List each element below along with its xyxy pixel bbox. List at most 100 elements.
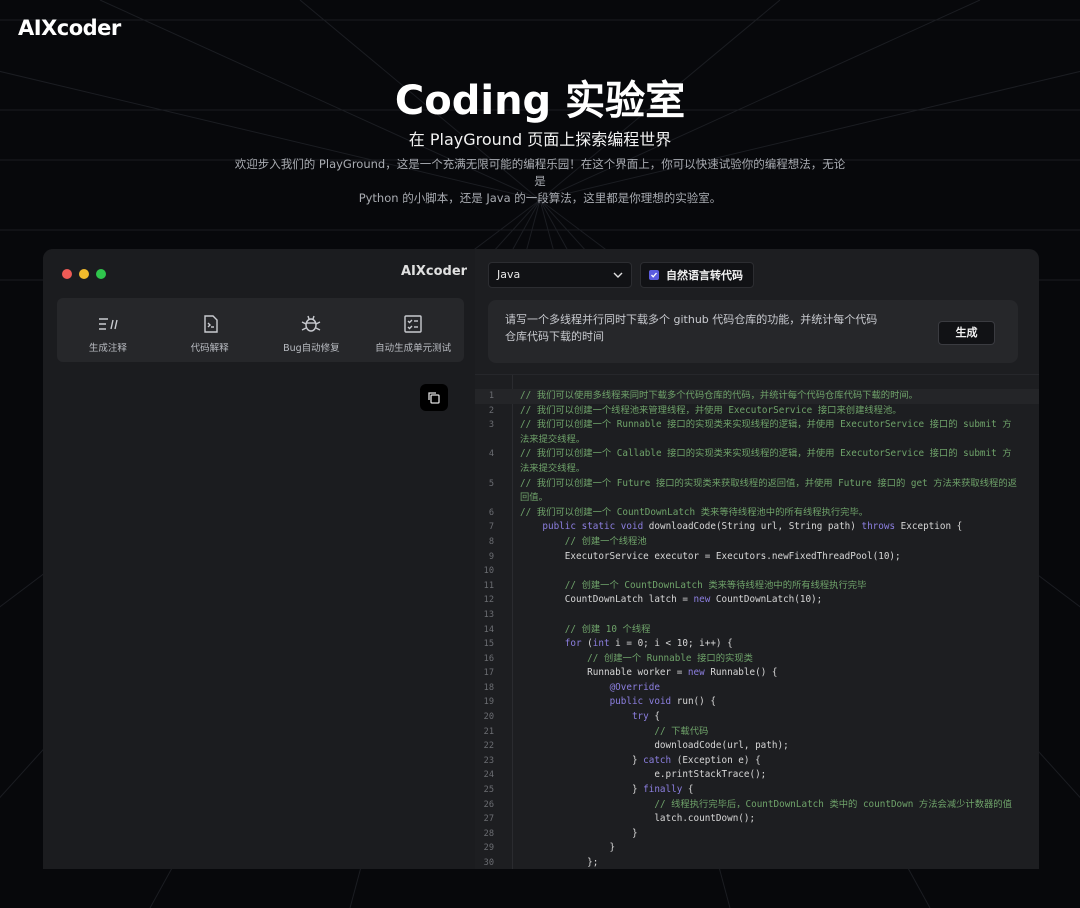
code-text: 法来提交线程。 [520, 433, 586, 445]
check-icon [651, 272, 657, 278]
line-number: 20 [483, 712, 494, 723]
line-number: 7 [488, 522, 494, 533]
tool-label: 代码解释 [190, 343, 229, 354]
code-line: 8 // 创建一个线程池 [475, 535, 1039, 550]
line-number: 3 [488, 420, 494, 431]
code-text: latch.countDown(); [520, 813, 756, 825]
line-number: 6 [488, 507, 494, 518]
prompt-input-box[interactable]: 请写一个多线程并行同时下载多个 github 代码仓库的功能，并统计每个代码 仓… [488, 300, 1018, 363]
code-text: e.printStackTrace(); [520, 769, 767, 781]
tool-label: Bug自动修复 [283, 343, 340, 354]
playground-window: AIXcoder 生成注释 代码解释 Bug自动修复 自动生成单元测试 Java… [43, 249, 1039, 869]
code-lines: 1 // 我们可以使用多线程来同时下载多个代码仓库的代码，并统计每个代码仓库代码下… [475, 389, 1039, 869]
line-number: 11 [483, 580, 494, 591]
code-line: 9 ExecutorService executor = Executors.n… [475, 550, 1039, 565]
code-text: // 下载代码 [654, 725, 709, 737]
page-description: 欢迎步入我们的 PlayGround，这是一个充满无限可能的编程乐园！在这个界面… [230, 156, 850, 207]
page-subtitle: 在 PlayGround 页面上探索编程世界 [408, 130, 672, 149]
nl-to-code-label: 自然语言转代码 [666, 269, 743, 282]
code-text: // 创建一个 Runnable 接口的实现类 [587, 652, 753, 664]
prompt-text[interactable]: 请写一个多线程并行同时下载多个 github 代码仓库的功能，并统计每个代码 仓… [505, 311, 905, 345]
code-line: 7 public static void downloadCode(String… [475, 520, 1039, 535]
nl-to-code-toggle[interactable]: 自然语言转代码 [640, 262, 754, 288]
left-panel: AIXcoder 生成注释 代码解释 Bug自动修复 自动生成单元测试 [43, 249, 475, 869]
line-number: 19 [483, 697, 494, 708]
code-text: 回值。 [520, 492, 548, 504]
prompt-line: 请写一个多线程并行同时下载多个 github 代码仓库的功能，并统计每个代码 [505, 313, 878, 326]
code-line: 24 e.printStackTrace(); [475, 768, 1039, 783]
code-line: 2 // 我们可以创建一个线程池来管理线程，并使用 ExecutorService… [475, 404, 1039, 419]
code-line: 16 // 创建一个 Runnable 接口的实现类 [475, 652, 1039, 667]
tool-label: 生成注释 [88, 343, 127, 354]
line-number: 28 [483, 828, 494, 839]
generate-button[interactable]: 生成 [938, 321, 995, 345]
code-text: // 创建 10 个线程 [564, 623, 651, 635]
tool-label: 自动生成单元测试 [375, 343, 452, 354]
window-close-dot[interactable] [62, 269, 72, 279]
line-number: 26 [483, 799, 494, 810]
code-line: 1 // 我们可以使用多线程来同时下载多个代码仓库的代码，并统计每个代码仓库代码下… [475, 389, 1039, 404]
panel-logo: AIXcoder [401, 264, 468, 279]
code-text: public static void downloadCode(String u… [542, 521, 963, 533]
line-number: 8 [488, 536, 494, 547]
code-line: 19 public void run() { [475, 695, 1039, 710]
language-select-value: Java [497, 268, 521, 281]
code-line: 23 } catch (Exception e) { [475, 754, 1039, 769]
line-number: 1 [488, 391, 494, 401]
line-number: 9 [488, 551, 494, 562]
code-text: for (int i = 0; i < 10; i++) { [564, 638, 733, 650]
page-title: Coding 实验室 [394, 78, 686, 124]
code-text: } [520, 827, 638, 839]
line-number: 16 [483, 653, 494, 664]
code-text: // 创建一个线程池 [564, 535, 647, 547]
prompt-line: 仓库代码下载的时间 [505, 330, 604, 343]
code-line: 3 // 我们可以创建一个 Runnable 接口的实现类来实现线程的逻辑，并使用… [475, 418, 1039, 433]
code-text: // 我们可以创建一个 CountDownLatch 类来等待线程池中的所有线程… [520, 506, 869, 518]
line-number: 2 [488, 405, 494, 416]
line-number: 12 [483, 595, 494, 606]
window-minimize-dot[interactable] [79, 269, 89, 279]
tool-code-explain[interactable]: 代码解释 [159, 298, 261, 362]
tool-generate-comment[interactable]: 生成注释 [57, 298, 159, 362]
chevron-down-icon [613, 272, 623, 278]
nl-to-code-checkbox[interactable] [649, 270, 659, 280]
code-explain-icon [203, 315, 218, 333]
line-number: 29 [483, 843, 494, 854]
code-line: 法来提交线程。 [475, 433, 1039, 448]
line-number: 5 [488, 478, 494, 489]
line-number: 21 [483, 726, 494, 737]
code-line: 27 latch.countDown(); [475, 812, 1039, 827]
code-line: 10 [475, 564, 1039, 579]
brand-logo[interactable]: AIXcoder [18, 16, 121, 40]
window-maximize-dot[interactable] [96, 269, 106, 279]
line-number: 30 [483, 858, 494, 868]
line-number: 27 [483, 814, 494, 825]
code-text: 法来提交线程。 [520, 462, 586, 474]
tool-bar: 生成注释 代码解释 Bug自动修复 自动生成单元测试 [57, 298, 464, 362]
code-editor[interactable]: 1 // 我们可以使用多线程来同时下载多个代码仓库的代码，并统计每个代码仓库代码下… [475, 374, 1039, 869]
code-text: downloadCode(url, path); [520, 740, 789, 752]
copy-button[interactable] [420, 384, 448, 411]
bug-fix-icon [302, 315, 321, 332]
language-select[interactable]: Java [488, 262, 632, 288]
code-text: ExecutorService executor = Executors.new… [520, 550, 901, 562]
code-text: try { [631, 711, 660, 723]
unit-test-icon [404, 315, 422, 333]
tool-bug-fix[interactable]: Bug自动修复 [261, 298, 363, 362]
code-text: public void run() { [609, 696, 716, 708]
code-text: // 我们可以创建一个线程池来管理线程，并使用 ExecutorService … [520, 404, 902, 416]
code-line: 29 } [475, 841, 1039, 856]
code-text: // 我们可以使用多线程来同时下载多个代码仓库的代码，并统计每个代码仓库代码下载… [520, 390, 918, 401]
code-line: 回值。 [475, 491, 1039, 506]
tool-unit-test[interactable]: 自动生成单元测试 [362, 298, 464, 362]
code-text: // 创建一个 CountDownLatch 类来等待线程池中的所有线程执行完毕 [564, 579, 867, 591]
code-line: 17 Runnable worker = new Runnable() { [475, 666, 1039, 681]
code-text: CountDownLatch latch = new CountDownLatc… [520, 594, 823, 606]
code-text: }; [520, 857, 599, 868]
line-number: 24 [483, 770, 494, 781]
code-text: } catch (Exception e) { [520, 754, 761, 766]
line-number: 15 [483, 639, 494, 650]
line-number: 4 [488, 449, 494, 460]
code-text: // 我们可以创建一个 Callable 接口的实现类来实现线程的逻辑，并使用 … [520, 448, 1012, 460]
line-number: 22 [483, 741, 494, 752]
